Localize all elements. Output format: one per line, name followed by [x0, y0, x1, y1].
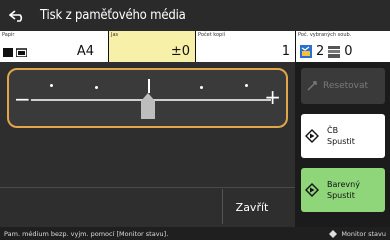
- status-message: Pam. médium bezp. vyjm. pomocí [Monitor …: [4, 229, 169, 238]
- paper-drawer-icon: [3, 48, 13, 57]
- paper-label: Papír: [2, 32, 15, 38]
- scale-dot: [200, 86, 203, 89]
- selected-files-row: 2 0: [300, 44, 353, 59]
- density-setting[interactable]: Jas ±0: [109, 31, 196, 62]
- selected-files-count: 2: [316, 44, 325, 59]
- back-button[interactable]: [0, 0, 34, 31]
- decrease-button[interactable]: −: [14, 87, 31, 111]
- reset-button[interactable]: Resetovat: [301, 68, 385, 104]
- density-value: ±0: [170, 44, 190, 59]
- scale-dot: [245, 84, 248, 87]
- density-label: Jas: [111, 32, 119, 38]
- close-button[interactable]: Zavřít: [224, 193, 280, 221]
- other-files-count: 0: [344, 44, 353, 59]
- slider-handle[interactable]: [141, 93, 155, 119]
- page-title: Tisk z paměťového média: [40, 8, 186, 23]
- paper-icons: [3, 48, 27, 57]
- files-stack-icon: [328, 45, 341, 58]
- paper-type-icon: [16, 48, 27, 57]
- color-start-button[interactable]: Barevný Spustit: [301, 168, 385, 212]
- status-monitor-icon: [329, 229, 338, 238]
- selected-files-icon: [300, 45, 312, 58]
- bw-start-button[interactable]: ČB Spustit: [301, 114, 385, 158]
- back-arrow-icon: [9, 9, 23, 22]
- selected-files-label: Poč. vybraných soub.: [298, 32, 352, 38]
- copies-value: 1: [281, 44, 290, 59]
- bw-start-line1: ČB: [327, 126, 339, 135]
- copies-setting[interactable]: Počet kopií 1: [196, 31, 296, 62]
- settings-bar: Papír A4 Jas ±0 Počet kopií 1 Poč. vybra…: [0, 31, 390, 62]
- density-panel: − + Zavřít: [0, 62, 295, 227]
- divider: [222, 189, 223, 224]
- reset-label: Resetovat: [323, 81, 369, 91]
- scale-dot: [50, 84, 53, 87]
- divider: [0, 187, 295, 188]
- paper-setting[interactable]: Papír A4: [0, 31, 109, 62]
- bw-start-line2: Spustit: [327, 137, 355, 146]
- color-start-line1: Barevný: [327, 180, 360, 189]
- start-icon: [305, 183, 319, 197]
- start-icon: [305, 129, 319, 143]
- action-sidebar: Resetovat ČB Spustit Barevný Spustit: [295, 62, 390, 227]
- selected-files-setting[interactable]: Poč. vybraných soub. 2 0: [296, 31, 390, 62]
- increase-button[interactable]: +: [264, 85, 281, 109]
- copies-label: Počet kopií: [198, 32, 225, 38]
- scale-dot: [95, 86, 98, 89]
- color-start-line2: Spustit: [327, 191, 355, 200]
- density-slider[interactable]: − +: [7, 68, 288, 128]
- reset-icon: [307, 81, 317, 91]
- title-bar: Tisk z paměťového média: [0, 0, 390, 31]
- paper-size-value: A4: [76, 44, 94, 59]
- center-tick: [148, 79, 150, 93]
- status-bar: Pam. médium bezp. vyjm. pomocí [Monitor …: [0, 227, 390, 240]
- status-monitor-label: Monitor stavu: [341, 229, 386, 238]
- status-monitor-button[interactable]: Monitor stavu: [329, 229, 386, 238]
